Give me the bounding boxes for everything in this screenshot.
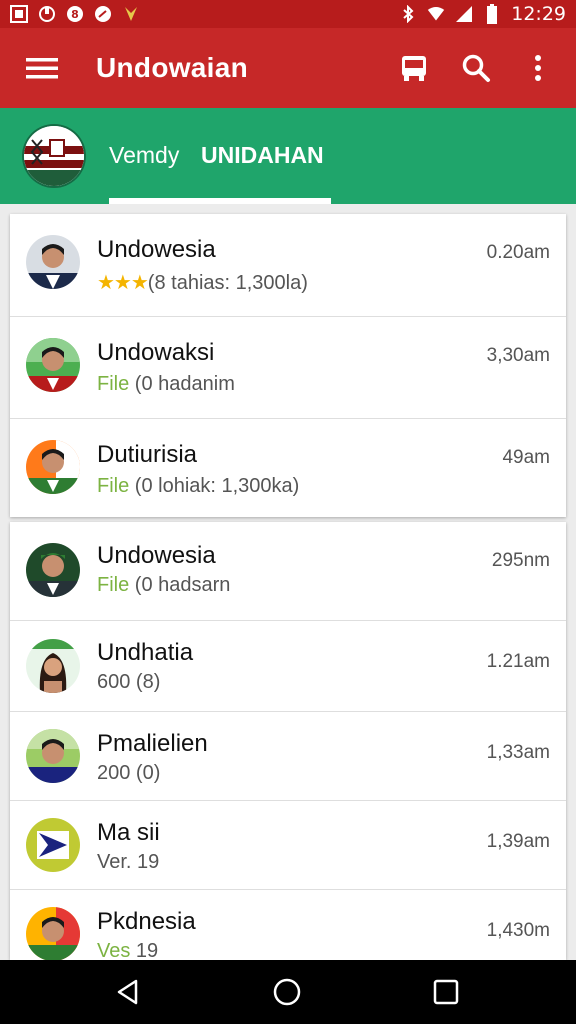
image-notification-icon: [10, 5, 28, 23]
status-bar: 8 12:29: [0, 0, 576, 28]
tab-sub-label[interactable]: Vemdy: [109, 142, 179, 169]
item-subtitle: File (0 hadanim: [97, 373, 235, 396]
item-subtitle: Ver. 19: [97, 851, 159, 874]
bus-icon[interactable]: [392, 46, 436, 90]
item-name: Pkdnesia: [97, 908, 196, 935]
item-subtitle-text: 200 (0): [97, 762, 161, 784]
list-item[interactable]: Undowesia File (0 hadsarn 295nm: [10, 522, 566, 621]
item-highlight: File: [97, 475, 130, 497]
item-time: 295nm: [491, 550, 550, 571]
item-time: 1,33am: [486, 742, 550, 763]
signal-icon: [455, 5, 473, 23]
svg-text:8: 8: [71, 8, 79, 21]
home-icon[interactable]: [271, 976, 303, 1008]
item-time: 1,39am: [486, 831, 550, 852]
item-name: Undowesia: [97, 236, 216, 263]
item-time: 3,30am: [486, 345, 550, 366]
chat-notification-icon: [94, 5, 112, 23]
item-subtitle-text: 600 (8): [97, 671, 161, 693]
item-subtitle: 200 (0): [97, 762, 160, 785]
system-status-icons: 12:29: [399, 3, 566, 25]
app-title: Undowaian: [96, 52, 249, 83]
item-name: Pmalielien: [97, 730, 208, 757]
avatar: [26, 235, 80, 289]
battery-icon: [483, 4, 501, 24]
notification-icons: 8: [10, 5, 140, 23]
clock: 12:29: [511, 3, 566, 25]
sync-notification-icon: [38, 5, 56, 23]
item-name: Undhatia: [97, 639, 194, 666]
list-card-2: Undowesia File (0 hadsarn 295nm Undhatia…: [10, 522, 566, 960]
item-highlight: File: [97, 373, 130, 395]
item-highlight: File: [97, 574, 130, 596]
list-item[interactable]: Ma sii Ver. 19 1,39am: [10, 801, 566, 890]
leaf-notification-icon: [122, 5, 140, 23]
avatar: [26, 639, 80, 693]
avatar: [26, 729, 80, 783]
item-subtitle: File (0 hadsarn: [97, 574, 230, 597]
avatar: [26, 440, 80, 494]
item-subtitle: Ves 19: [97, 940, 158, 960]
list-item[interactable]: Undhatia 600 (8) 1.21am: [10, 621, 566, 712]
emblem-logo: [24, 126, 84, 186]
list-item[interactable]: Undowaksi File (0 hadanim 3,30am: [10, 317, 566, 419]
navigation-bar: [0, 960, 576, 1024]
item-subtitle: File (0 lohiak: 1,300ka): [97, 475, 299, 498]
item-time: 1.21am: [486, 651, 550, 672]
item-time: 49am: [502, 447, 550, 468]
back-icon[interactable]: [112, 976, 144, 1008]
tab-header: Vemdy UNIDAHAN: [0, 108, 576, 204]
avatar: [26, 338, 80, 392]
item-subtitle-text: (0 lohiak: 1,300ka): [129, 475, 300, 497]
list-item[interactable]: Pmalielien 200 (0) 1,33am: [10, 712, 566, 801]
item-subtitle: 600 (8): [97, 671, 160, 694]
wifi-icon: [427, 5, 445, 23]
tab-main-label[interactable]: UNIDAHAN: [201, 142, 324, 169]
avatar: [26, 818, 80, 872]
list-item[interactable]: Undowesia ★★★(8 tahias: 1,300la) 0.20am: [10, 214, 566, 317]
bluetooth-icon: [399, 5, 417, 23]
item-subtitle-text: (8 tahias: 1,300la): [147, 272, 308, 294]
item-subtitle: ★★★(8 tahias: 1,300la): [97, 270, 308, 295]
item-time: 1,430m: [486, 920, 550, 941]
app-bar: Undowaian: [0, 28, 576, 108]
item-time: 0.20am: [486, 242, 550, 263]
item-subtitle-text: Ver. 19: [97, 851, 160, 873]
search-icon[interactable]: [454, 46, 498, 90]
item-subtitle-text: (0 hadanim: [129, 373, 235, 395]
item-name: Dutiurisia: [97, 441, 198, 468]
item-subtitle-text: (0 hadsarn: [129, 574, 231, 596]
more-vert-icon[interactable]: [516, 46, 560, 90]
menu-icon[interactable]: [24, 50, 60, 86]
list-card-1: Undowesia ★★★(8 tahias: 1,300la) 0.20am …: [10, 214, 566, 517]
recents-icon[interactable]: [430, 976, 462, 1008]
avatar: [26, 543, 80, 597]
item-name: Undowaksi: [97, 339, 215, 366]
item-highlight: Ves: [97, 940, 131, 960]
list-item[interactable]: Dutiurisia File (0 lohiak: 1,300ka) 49am: [10, 419, 566, 517]
rating-stars: ★★★: [97, 272, 149, 294]
item-name: Undowesia: [97, 542, 216, 569]
tab-indicator: [109, 198, 331, 204]
list-item[interactable]: Pkdnesia Ves 19 1,430m: [10, 890, 566, 960]
app-notification-icon: 8: [66, 5, 84, 23]
item-subtitle-text: 19: [130, 940, 159, 960]
avatar: [26, 907, 80, 960]
item-name: Ma sii: [97, 819, 160, 846]
